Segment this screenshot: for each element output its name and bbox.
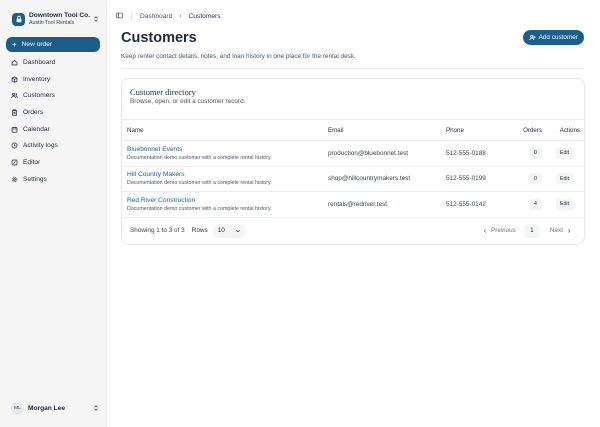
- sidebar-item-orders[interactable]: Orders: [6, 104, 100, 121]
- showing-count: Showing 1 to 3 of 3: [130, 227, 185, 234]
- chevron-up-down-icon: [92, 14, 100, 24]
- sidebar-item-editor[interactable]: Editor: [6, 154, 100, 171]
- main-content: Dashboard › Customers Customers Add cust…: [106, 0, 600, 427]
- next-label: Next: [549, 227, 563, 234]
- sidebar-item-label: Settings: [23, 175, 47, 183]
- edit-button[interactable]: Edit: [555, 173, 574, 185]
- table-row: Hill Country Makers Documentation demo c…: [122, 165, 584, 192]
- table-row: Red River Construction Documentation dem…: [122, 191, 584, 217]
- user-plus-icon: [528, 34, 536, 41]
- user-name: Morgan Lee: [28, 404, 66, 412]
- divider: [131, 11, 132, 22]
- column-header-orders: Orders: [523, 126, 542, 134]
- org-switcher[interactable]: Downtown Tool Co. Austin Tool Rentals: [6, 9, 100, 29]
- chevron-down-icon: [235, 229, 240, 232]
- add-customer-label: Add customer: [538, 34, 578, 41]
- customer-note: Documentation demo customer with a compl…: [127, 180, 272, 187]
- calendar-icon: [11, 126, 18, 133]
- home-icon: [11, 59, 18, 66]
- customer-name-link[interactable]: Red River Construction: [127, 197, 328, 204]
- chevron-up-down-icon: [92, 403, 100, 413]
- box-icon: [11, 75, 18, 83]
- chevron-right-icon: [567, 228, 571, 233]
- customer-note: Documentation demo customer with a compl…: [127, 205, 272, 212]
- customers-table: Name Email Phone Orders Actions Bluebonn…: [122, 119, 584, 244]
- sidebar-item-customers[interactable]: Customers: [6, 87, 100, 104]
- edit-button[interactable]: Edit: [555, 147, 574, 159]
- orders-count-badge: 0: [529, 173, 542, 185]
- topbar: Dashboard › Customers: [107, 0, 600, 33]
- sidebar-item-label: Inventory: [23, 75, 51, 83]
- customer-email: production@bluebonnet.test: [328, 149, 409, 157]
- clipboard-icon: [11, 109, 18, 116]
- customer-phone: 512-555-0199: [446, 175, 486, 183]
- sidebar-item-label: Activity logs: [23, 142, 58, 150]
- divider: [121, 68, 584, 69]
- page-subtitle: Keep renter contact details, notes, and …: [121, 53, 356, 60]
- add-customer-button[interactable]: Add customer: [522, 30, 584, 45]
- customer-phone: 512-555-0188: [446, 149, 486, 157]
- new-order-label: New order: [21, 41, 53, 48]
- customer-email: shop@hillcountrymakers.test: [328, 175, 411, 183]
- table-row: Bluebonnet Events Documentation demo cus…: [122, 140, 584, 166]
- new-order-button[interactable]: + New order: [6, 37, 100, 52]
- card-title: Customer directory: [130, 87, 196, 97]
- page-header: Customers Add customer Keep renter conta…: [107, 30, 600, 69]
- sidebar-item-label: Dashboard: [23, 58, 56, 66]
- column-header-phone: Phone: [446, 126, 464, 134]
- sidebar-item-dashboard[interactable]: Dashboard: [6, 54, 100, 71]
- avatar: ML: [11, 401, 24, 415]
- card-subtitle: Browse, open, or edit a customer record.: [130, 98, 246, 105]
- sidebar-toggle-button[interactable]: [116, 12, 123, 21]
- sidebar-item-label: Customers: [23, 92, 55, 100]
- sidebar-item-inventory[interactable]: Inventory: [6, 71, 100, 88]
- history-icon: [11, 142, 18, 149]
- sidebar-item-label: Calendar: [23, 125, 50, 133]
- sidebar-item-settings[interactable]: Settings: [6, 171, 100, 188]
- table-footer: Showing 1 to 3 of 3 Rows 10 Previous 1 N…: [122, 216, 584, 244]
- page-title: Customers: [121, 30, 197, 46]
- org-logo: [12, 12, 25, 26]
- next-page-button[interactable]: Next: [550, 227, 572, 234]
- sidebar-item-label: Editor: [23, 158, 41, 166]
- org-subtitle: Austin Tool Rentals: [29, 20, 75, 26]
- orders-count-badge: 4: [529, 198, 542, 210]
- rows-per-page-value: 10: [217, 227, 225, 234]
- rows-label: Rows: [191, 227, 208, 234]
- sidebar-item-calendar[interactable]: Calendar: [6, 121, 100, 138]
- sidebar: Downtown Tool Co. Austin Tool Rentals + …: [0, 0, 106, 427]
- customer-directory-card: Customer directory Browse, open, or edit…: [121, 78, 585, 245]
- customer-note: Documentation demo customer with a compl…: [127, 154, 272, 161]
- column-header-actions: Actions: [559, 126, 580, 134]
- sidebar-panel-icon: [116, 12, 123, 19]
- previous-page-button[interactable]: Previous: [482, 227, 516, 234]
- sidebar-item-label: Orders: [23, 108, 44, 116]
- customer-name-link[interactable]: Hill Country Makers: [127, 171, 328, 178]
- breadcrumb-dashboard[interactable]: Dashboard: [140, 13, 172, 20]
- breadcrumb-current: Customers: [188, 13, 221, 20]
- edit-button[interactable]: Edit: [555, 198, 574, 210]
- table-header: Name Email Phone Orders Actions: [122, 119, 584, 140]
- pencil-icon: [11, 159, 18, 166]
- chevron-right-icon: ›: [179, 13, 182, 20]
- customer-name-link[interactable]: Bluebonnet Events: [127, 146, 328, 153]
- column-header-name: Name: [127, 126, 144, 134]
- org-name: Downtown Tool Co.: [29, 12, 91, 19]
- gear-icon: [11, 176, 18, 182]
- pagination: Previous 1 Next: [482, 223, 584, 238]
- lock-icon: [16, 15, 21, 23]
- user-menu[interactable]: ML Morgan Lee: [6, 401, 100, 415]
- previous-label: Previous: [490, 227, 516, 234]
- column-header-email: Email: [328, 126, 344, 134]
- users-icon: [11, 93, 18, 99]
- rows-per-page-select[interactable]: 10: [212, 223, 246, 238]
- customer-phone: 512-555-0142: [446, 200, 486, 208]
- customer-email: rentals@redriver.test: [328, 200, 388, 208]
- plus-icon: +: [12, 39, 17, 49]
- sidebar-item-activity-logs[interactable]: Activity logs: [6, 137, 100, 154]
- chevron-left-icon: [483, 228, 486, 233]
- orders-count-badge: 0: [529, 147, 542, 159]
- page-1-button[interactable]: 1: [524, 223, 539, 238]
